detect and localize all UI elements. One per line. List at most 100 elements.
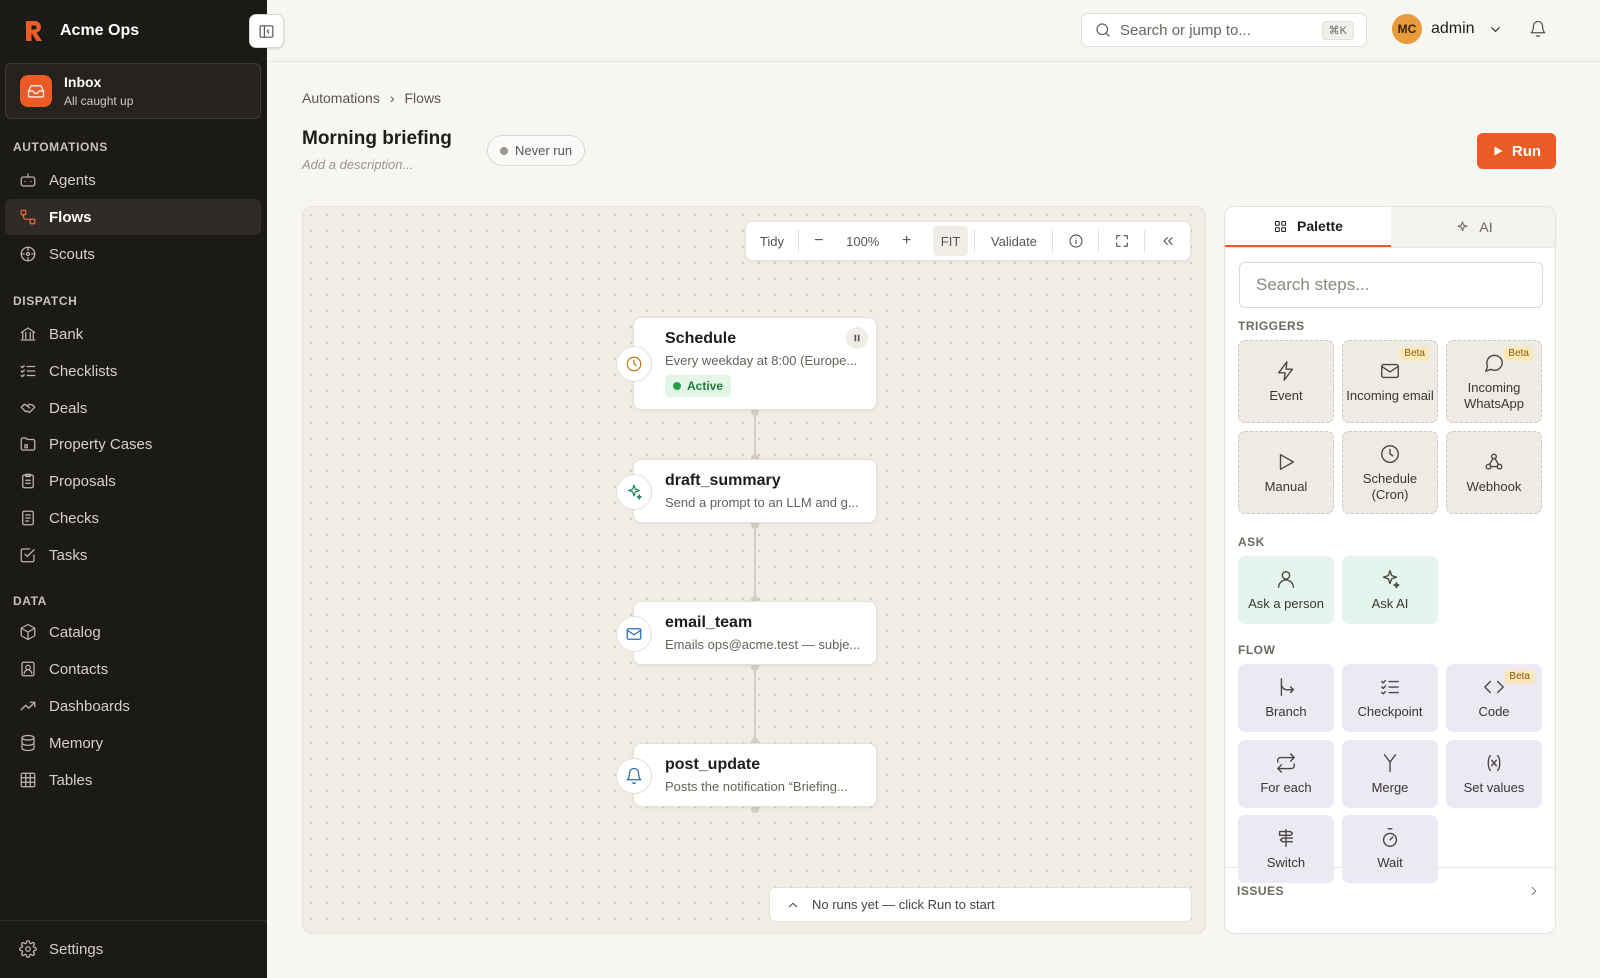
steps-panel: Palette AI Search steps... TRIGGERS Even… [1224,206,1556,934]
issues-section[interactable]: ISSUES [1225,867,1555,914]
step-card-incoming-email[interactable]: Beta Incoming email [1342,340,1438,423]
sidebar-item-property-cases[interactable]: Property Cases [5,426,261,462]
contact-card-icon [21,661,35,677]
sidebar-item-settings[interactable]: Settings [5,931,261,967]
play-icon [1279,453,1295,470]
step-label: Ask a person [1248,596,1324,611]
fullscreen-button[interactable] [1099,222,1144,260]
sidebar-item-contacts[interactable]: Contacts [5,651,261,687]
step-card-event[interactable]: Event [1238,340,1334,423]
brand[interactable]: Acme Ops [22,19,139,43]
sidebar-item-label: Property Cases [49,435,153,453]
flow-canvas[interactable]: Tidy − 100% + FIT Validate Schedule Ever… [302,206,1206,934]
description-field[interactable]: Add a description... [302,157,413,172]
runs-drawer[interactable]: No runs yet — click Run to start [769,887,1192,922]
sidebar-item-deals[interactable]: Deals [5,390,261,426]
step-card-manual[interactable]: Manual [1238,431,1334,514]
sparkle-icon [616,474,652,510]
page-title[interactable]: Morning briefing [302,128,452,150]
lightning-icon [1277,360,1294,381]
step-card-set-values[interactable]: Set values [1446,740,1542,808]
tab-palette[interactable]: Palette [1225,207,1391,247]
clock-icon [1381,444,1399,463]
step-card-for-each[interactable]: For each [1238,740,1334,808]
flow-node-post-update[interactable]: post_update Posts the notification “Brie… [616,743,877,807]
run-label: Run [1511,142,1542,160]
node-subtitle: Posts the notification “Briefing... [665,779,848,794]
sidebar-item-checks[interactable]: Checks [5,500,261,536]
code-icon [1484,680,1504,694]
step-card-ask-a-person[interactable]: Ask a person [1238,556,1334,624]
sidebar-item-checklists[interactable]: Checklists [5,353,261,389]
run-button[interactable]: Run [1477,133,1556,169]
flow-node-schedule[interactable]: Schedule Every weekday at 8:00 (Europe..… [616,317,877,410]
sidebar-item-scouts[interactable]: Scouts [5,236,261,272]
grid-icon [1275,220,1287,232]
brand-logo-icon [26,21,42,41]
info-button[interactable] [1053,222,1098,260]
sidebar-item-tasks[interactable]: Tasks [5,537,261,573]
global-search-input[interactable]: Search or jump to... ⌘K [1081,13,1367,47]
sidebar-item-label: Checks [49,509,100,527]
timer-icon [1382,828,1398,847]
breadcrumb-flows[interactable]: Flows [405,90,442,106]
step-card-incoming-whatsapp[interactable]: Beta Incoming WhatsApp [1446,340,1542,423]
steps-search-input[interactable]: Search steps... [1239,262,1543,308]
collapse-panel-button[interactable] [1145,222,1190,260]
bell-icon [616,758,652,794]
step-label: Checkpoint [1357,704,1423,719]
sidebar-item-tables[interactable]: Tables [5,762,261,798]
sidebar-item-catalog[interactable]: Catalog [5,614,261,650]
sidebar-item-flows[interactable]: Flows [5,199,261,235]
step-card-ask-ai[interactable]: Ask AI [1342,556,1438,624]
step-card-code[interactable]: Beta Code [1446,664,1542,732]
sidebar-item-label: Proposals [49,472,116,490]
tidy-button[interactable]: Tidy [746,222,798,260]
node-title: email_team [665,614,753,631]
sidebar-item-dashboards[interactable]: Dashboards [5,688,261,724]
inbox-item[interactable]: Inbox All caught up [5,63,261,119]
step-card-checkpoint[interactable]: Checkpoint [1342,664,1438,732]
avatar: MC [1392,14,1422,44]
breadcrumb-automations[interactable]: Automations [302,90,380,106]
user-menu[interactable]: MC admin [1392,14,1503,44]
play-icon [1494,146,1503,156]
checklist-icon [1381,679,1399,695]
section-title-dispatch: DISPATCH [13,294,78,308]
node-subtitle: Emails ops@acme.test — subje... [665,637,861,652]
table-icon [20,772,36,788]
sidebar-item-label: Settings [49,940,104,958]
tab-ai[interactable]: AI [1391,207,1555,247]
notifications-button[interactable] [1529,20,1547,38]
zoom-out-button[interactable]: − [799,222,839,260]
step-card-branch[interactable]: Branch [1238,664,1334,732]
step-card-merge[interactable]: Merge [1342,740,1438,808]
fit-button[interactable]: FIT [932,226,969,256]
chevron-up-icon [789,902,797,907]
inbox-icon [20,75,52,107]
inbox-subtitle: All caught up [64,94,134,108]
flow-node-email-team[interactable]: email_team Emails ops@acme.test — subje.… [616,601,877,665]
info-icon [1069,234,1083,248]
sidebar-item-proposals[interactable]: Proposals [5,463,261,499]
flow-node-draft-summary[interactable]: draft_summary Send a prompt to an LLM an… [616,459,877,523]
clipboard-icon [22,473,34,489]
sidebar-item-label: Tables [49,771,93,789]
pause-button[interactable] [846,327,868,349]
beta-badge: Beta [1400,347,1429,361]
validate-button[interactable]: Validate [975,222,1052,260]
tab-label: AI [1479,219,1493,235]
sidebar-item-bank[interactable]: Bank [5,316,261,352]
step-card-webhook[interactable]: Webhook [1446,431,1542,514]
section-title-flow: FLOW [1238,643,1276,657]
collapse-sidebar-button[interactable] [249,14,284,48]
step-card-schedule-cron[interactable]: Schedule (Cron) [1342,431,1438,514]
sidebar-item-label: Checklists [49,362,118,380]
sidebar-item-agents[interactable]: Agents [5,162,261,198]
person-icon [1277,570,1295,588]
search-placeholder: Search or jump to... [1120,21,1251,39]
status-dot [500,146,508,155]
zoom-in-button[interactable]: + [887,222,927,260]
sidebar-item-memory[interactable]: Memory [5,725,261,761]
section-title-data: DATA [13,594,47,608]
